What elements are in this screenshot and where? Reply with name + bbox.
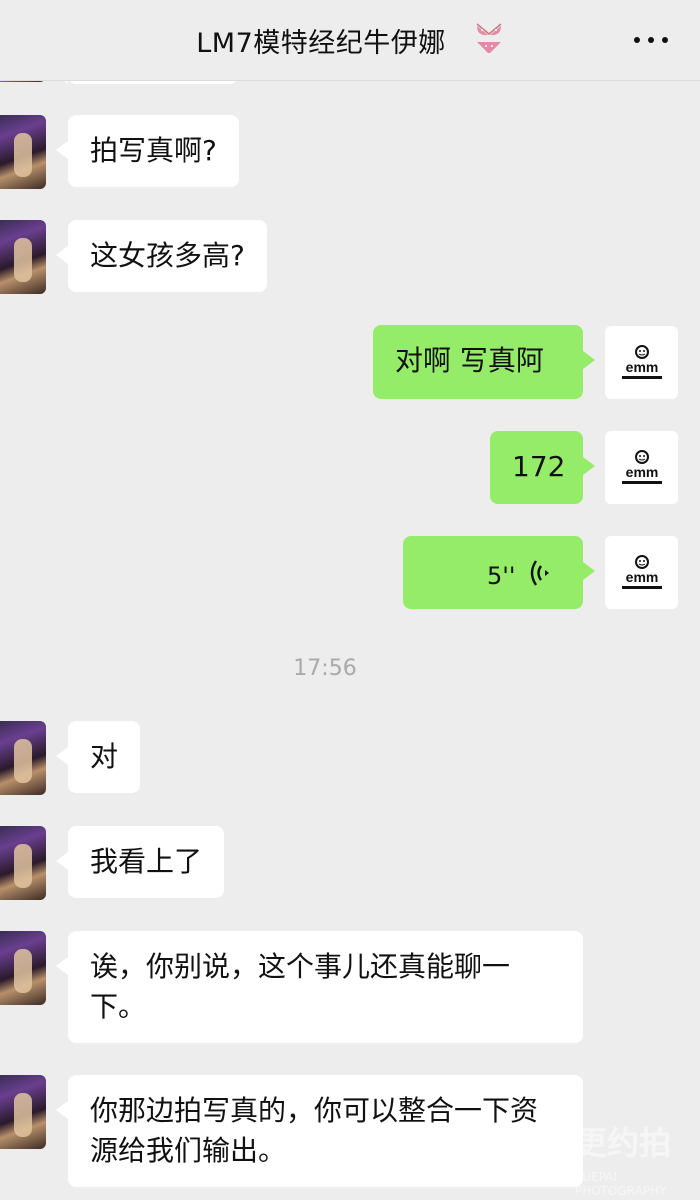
- incoming-message[interactable]: 这女孩多高?: [56, 220, 267, 292]
- emm-logo-icon: emm: [621, 344, 662, 379]
- voice-message[interactable]: 5'': [403, 536, 595, 609]
- avatar-label: emm: [625, 464, 658, 480]
- contact-avatar[interactable]: [0, 1075, 46, 1149]
- bikini-icon: [474, 22, 504, 58]
- contact-avatar[interactable]: [0, 721, 46, 795]
- chat-timestamp: 17:56: [293, 656, 357, 681]
- outgoing-message[interactable]: 172: [490, 431, 595, 504]
- message-text: 172: [512, 450, 566, 483]
- message-text: 我看上了: [90, 845, 203, 878]
- contact-avatar[interactable]: [0, 826, 46, 900]
- my-avatar[interactable]: emm: [605, 431, 678, 504]
- avatar-label: emm: [625, 569, 658, 585]
- chat-title[interactable]: LM7模特经纪牛伊娜: [196, 21, 446, 60]
- message-text: 你那边拍写真的，你可以整合一下资源给我们输出。: [90, 1094, 539, 1167]
- watermark: 更约拍: [575, 1124, 672, 1162]
- chat-header: LM7模特经纪牛伊娜: [0, 0, 700, 81]
- incoming-message[interactable]: 你那边拍写真的，你可以整合一下资源给我们输出。: [56, 1075, 583, 1187]
- message-text: 对啊 写真阿: [395, 344, 544, 377]
- incoming-message[interactable]: 诶，你别说，这个事儿还真能聊一下。: [56, 931, 583, 1043]
- message-text: 诶，你别说，这个事儿还真能聊一下。: [90, 950, 511, 1023]
- contact-avatar[interactable]: [0, 115, 46, 189]
- message-text: 拍写真啊?: [90, 134, 217, 167]
- emm-logo-icon: emm: [621, 449, 662, 484]
- message-text: 对: [90, 740, 119, 773]
- voice-wave-icon: [529, 558, 553, 599]
- avatar-label: emm: [625, 359, 658, 375]
- contact-avatar[interactable]: [0, 220, 46, 294]
- my-avatar[interactable]: emm: [605, 536, 678, 609]
- contact-avatar[interactable]: [0, 931, 46, 1005]
- incoming-message[interactable]: 拍写真啊?: [56, 115, 239, 187]
- message-text: 这女孩多高?: [90, 239, 245, 272]
- outgoing-message[interactable]: 对啊 写真阿: [373, 325, 595, 399]
- voice-duration: 5'': [487, 562, 516, 590]
- my-avatar[interactable]: emm: [605, 326, 678, 399]
- incoming-message[interactable]: 我看上了: [55, 826, 225, 898]
- watermark-sub: YUEPAI PHOTOGRAPHY: [575, 1170, 667, 1198]
- more-icon[interactable]: [634, 28, 668, 52]
- emm-logo-icon: emm: [621, 554, 662, 589]
- incoming-message[interactable]: 对: [55, 721, 141, 793]
